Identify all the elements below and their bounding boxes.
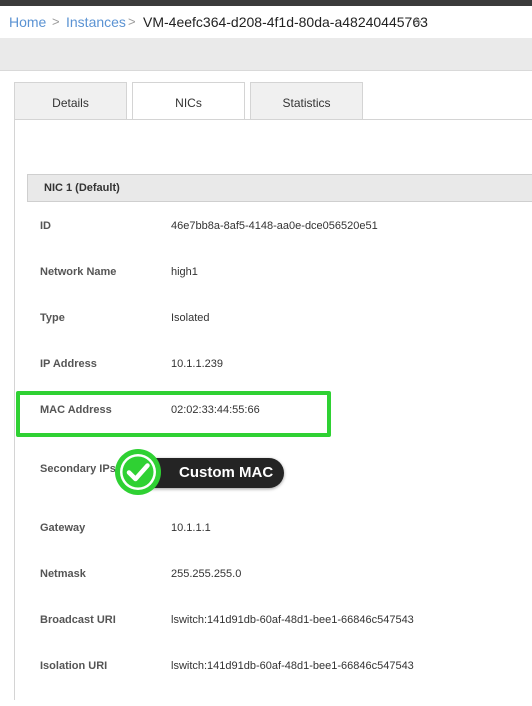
breadcrumb: Home > Instances > VM-4eefc364-d208-4f1d… xyxy=(0,6,532,38)
field-value: 10.1.1.1 xyxy=(171,522,211,534)
detail-row-network-name: Network Name high1 xyxy=(27,266,532,312)
breadcrumb-separator: > xyxy=(52,14,60,29)
detail-row-type: Type Isolated xyxy=(27,312,532,358)
breadcrumb-separator: > xyxy=(128,14,136,29)
field-value: lswitch:141d91db-60af-48d1-bee1-66846c54… xyxy=(171,614,414,626)
nic-section-header: NIC 1 (Default) xyxy=(27,174,532,202)
tab-strip: Details NICs Statistics xyxy=(0,71,532,120)
mac-address-highlight-box xyxy=(16,391,331,437)
field-value: 10.1.1.239 xyxy=(171,358,223,370)
callout-label: Custom MAC xyxy=(179,464,274,481)
breadcrumb-instances-link[interactable]: Instances xyxy=(66,6,126,38)
field-value: 255.255.255.0 xyxy=(171,568,242,580)
field-label: Network Name xyxy=(40,266,117,278)
field-label: Broadcast URI xyxy=(40,614,116,626)
field-label: Secondary IPs xyxy=(40,463,116,475)
toolbar xyxy=(0,38,532,71)
field-value: 46e7bb8a-8af5-4148-aa0e-dce056520e51 xyxy=(171,220,378,232)
custom-mac-callout: Custom MAC xyxy=(114,448,286,496)
detail-row-broadcast-uri: Broadcast URI lswitch:141d91db-60af-48d1… xyxy=(27,614,532,660)
checkmark-icon xyxy=(115,449,161,495)
tab-details[interactable]: Details xyxy=(14,82,127,119)
field-value: high1 xyxy=(171,266,198,278)
field-label: Gateway xyxy=(40,522,86,534)
tab-nics[interactable]: NICs xyxy=(132,82,245,120)
field-label: Netmask xyxy=(40,568,86,580)
field-label: Isolation URI xyxy=(40,660,108,672)
field-value: lswitch:141d91db-60af-48d1-bee1-66846c54… xyxy=(171,660,414,672)
detail-row-isolation-uri: Isolation URI lswitch:141d91db-60af-48d1… xyxy=(27,660,532,706)
field-value: Isolated xyxy=(171,312,210,324)
field-label: ID xyxy=(40,220,51,232)
detail-row-netmask: Netmask 255.255.255.0 xyxy=(27,568,532,614)
detail-row-id: ID 46e7bb8a-8af5-4148-aa0e-dce056520e51 xyxy=(27,220,532,266)
breadcrumb-current-vm[interactable]: VM-4eefc364-d208-4f1d-80da-a48240445763 xyxy=(143,6,428,38)
field-label: Type xyxy=(40,312,65,324)
tab-statistics[interactable]: Statistics xyxy=(250,82,363,119)
detail-row-gateway: Gateway 10.1.1.1 xyxy=(27,522,532,568)
field-label: IP Address xyxy=(40,358,97,370)
breadcrumb-home-link[interactable]: Home xyxy=(9,6,46,38)
breadcrumb-separator: > xyxy=(414,14,422,29)
